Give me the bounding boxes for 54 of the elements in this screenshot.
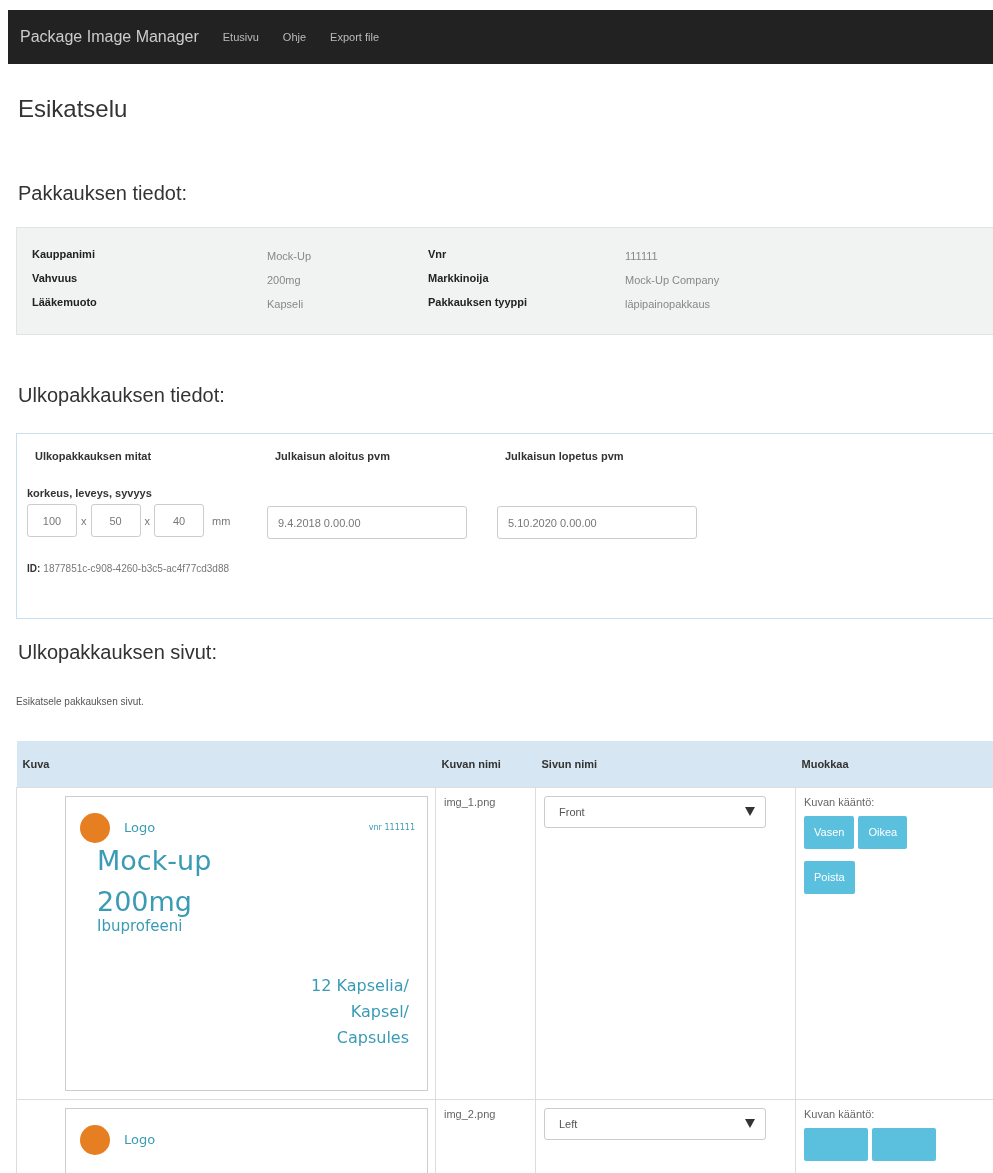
rotate-label: Kuvan kääntö: xyxy=(804,795,875,808)
nav-link[interactable]: Export file xyxy=(330,31,380,43)
field-value: 111111 xyxy=(625,249,659,264)
page-title: Esikatselu xyxy=(18,94,129,124)
product-substance: Ibuprofeeni xyxy=(97,916,183,935)
logo-text: Logo xyxy=(124,820,156,835)
product-name: Mock-up xyxy=(97,844,213,876)
section-heading: Ulkopakkauksen tiedot: xyxy=(18,383,226,408)
rotate-label: Kuvan kääntö: xyxy=(804,1107,875,1120)
field-value: Kapseli xyxy=(267,297,305,312)
column-header: Sivun nimi xyxy=(535,741,796,787)
nav-link[interactable]: Etusivu xyxy=(222,31,259,43)
column-header: Muokkaa xyxy=(795,741,993,787)
package-count-text: 12 Kapselia/ xyxy=(311,974,409,997)
id-value: 1877851c-c908-4260-b3c5-ac4f77cd3d88 xyxy=(43,563,230,574)
field-label: Markkinoija xyxy=(428,272,490,286)
date-field[interactable]: 9.4.2018 0.00.00 xyxy=(267,506,467,539)
brand-link[interactable]: Package Image Manager xyxy=(20,28,199,46)
field-value: läpipainopakkaus xyxy=(625,297,711,312)
vnr-text: vnr 111111 xyxy=(368,823,415,832)
dimension-field[interactable]: 40 xyxy=(154,504,204,537)
file-name: img_2.png xyxy=(444,1107,496,1120)
field-label: Kauppanimi xyxy=(32,248,96,262)
dimensions-hint: korkeus, leveys, syvyys xyxy=(27,487,153,499)
section-heading: Ulkopakkauksen sivut: xyxy=(18,640,218,665)
column-header: Kuvan nimi xyxy=(435,741,536,787)
column-header: Kuva xyxy=(16,741,436,787)
times-sign: x xyxy=(144,514,150,527)
nav-link[interactable]: Ohje xyxy=(282,31,307,43)
field-label: Julkaisun aloitus pvm xyxy=(275,450,391,462)
field-label: Vahvuus xyxy=(32,272,79,286)
field-value: Mock-Up Company xyxy=(625,273,721,288)
logo-text: Logo xyxy=(124,1132,156,1147)
date-field[interactable]: 5.10.2020 0.00.00 xyxy=(497,506,697,539)
package-count-text: Capsules xyxy=(336,1026,409,1049)
side-select[interactable]: Left xyxy=(544,1107,766,1140)
section-heading: Pakkauksen tiedot: xyxy=(18,181,188,206)
unit-label: mm xyxy=(212,514,231,527)
field-label: Vnr xyxy=(428,248,448,262)
dimension-field[interactable]: 50 xyxy=(90,504,141,537)
file-name: img_1.png xyxy=(444,795,496,808)
field-value: Mock-Up xyxy=(267,249,312,264)
id-label: ID: xyxy=(27,563,41,574)
dimension-field[interactable]: 100 xyxy=(27,504,77,537)
description-text: Esikatsele pakkauksen sivut. xyxy=(16,696,145,707)
side-select[interactable]: Front xyxy=(544,795,766,828)
package-count-text: Kapsel/ xyxy=(350,1000,409,1023)
product-strength: 200mg xyxy=(97,885,193,917)
field-label: Lääkemuoto xyxy=(32,296,98,310)
field-label: Ulkopakkauksen mitat xyxy=(35,450,153,462)
field-value: 200mg xyxy=(267,273,302,288)
field-label: Julkaisun lopetus pvm xyxy=(505,450,625,462)
field-label: Pakkauksen tyyppi xyxy=(428,296,529,310)
times-sign: x xyxy=(81,514,87,527)
